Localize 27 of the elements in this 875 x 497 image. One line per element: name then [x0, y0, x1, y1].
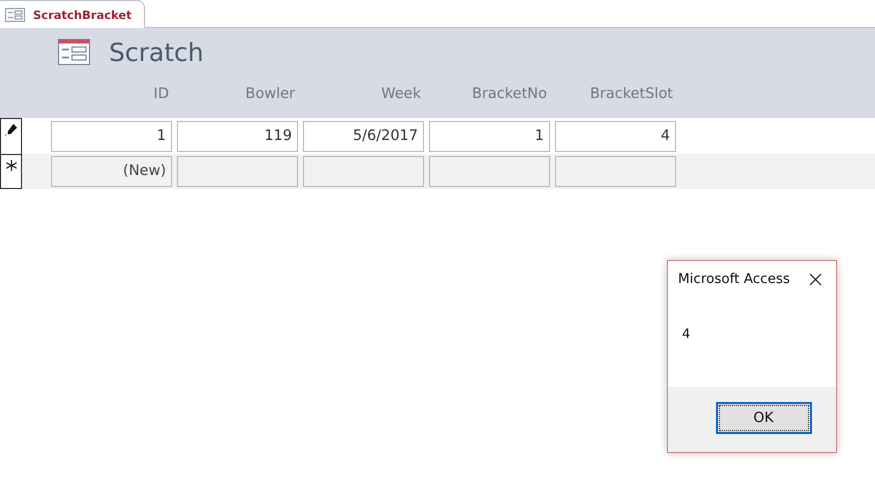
ok-button[interactable]: OK	[716, 402, 812, 434]
pencil-icon	[4, 123, 18, 136]
input-field[interactable]: 119	[177, 120, 298, 152]
input-field[interactable]	[303, 156, 424, 187]
input-field[interactable]: 1	[51, 120, 172, 152]
input-field[interactable]	[429, 156, 550, 187]
form-tab[interactable]: ScratchBracket	[0, 0, 145, 28]
asterisk-icon	[4, 159, 18, 172]
input-field[interactable]	[555, 156, 676, 187]
input-field[interactable]: 5/6/2017	[303, 120, 424, 152]
column-header: BracketSlot	[588, 86, 674, 102]
form-title: Scratch	[109, 38, 204, 66]
input-field[interactable]: 1	[429, 120, 550, 152]
column-header: BracketNo	[471, 86, 548, 102]
form-icon	[5, 8, 25, 22]
form-icon	[58, 39, 90, 65]
dialog-message: 4	[682, 327, 690, 342]
record-selector[interactable]	[0, 154, 22, 189]
column-header: ID	[152, 86, 170, 102]
close-icon[interactable]	[809, 272, 822, 286]
record-selector[interactable]	[0, 118, 22, 154]
input-field[interactable]	[177, 156, 298, 187]
dialog-title: Microsoft Access	[678, 271, 790, 287]
column-header: Bowler	[244, 86, 296, 102]
column-header: Week	[380, 86, 422, 102]
input-field[interactable]: (New)	[51, 156, 172, 187]
input-field[interactable]: 4	[555, 120, 676, 152]
